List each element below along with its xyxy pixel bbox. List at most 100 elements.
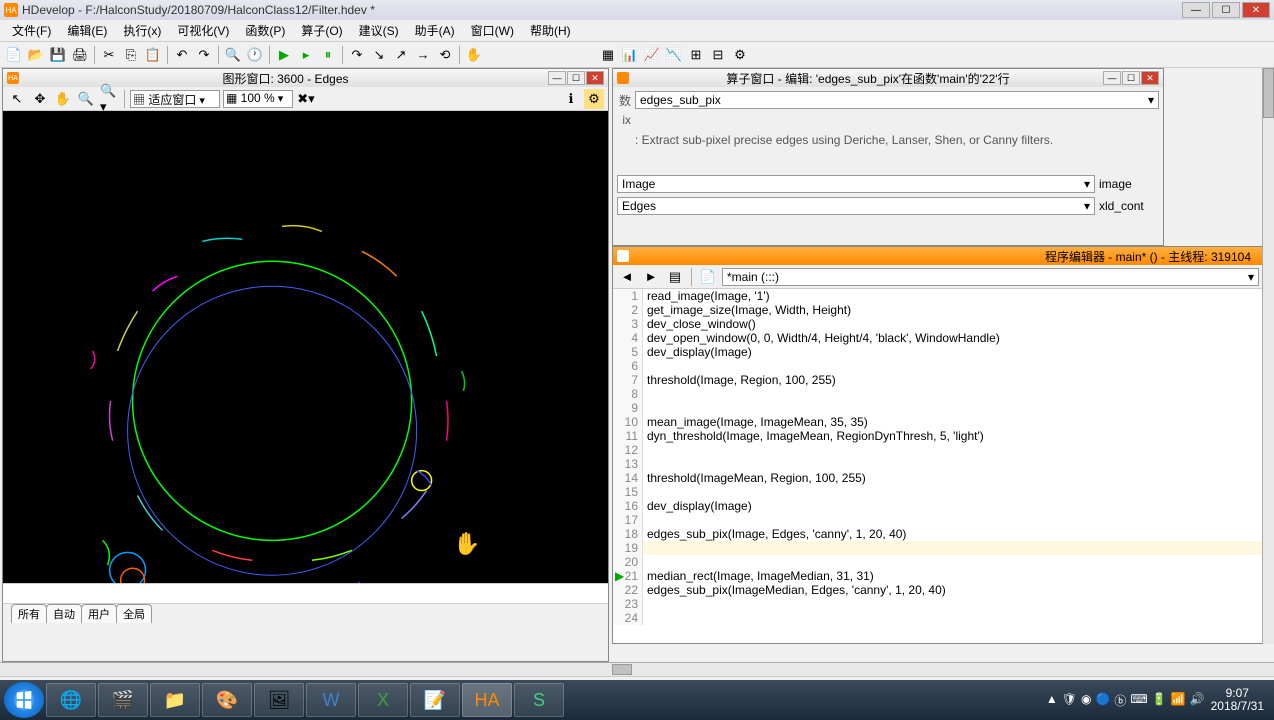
start-button[interactable] [4,682,44,718]
gw-close-button[interactable]: ✕ [586,71,604,85]
chart2-icon[interactable]: 📈 [642,45,662,65]
reset-icon[interactable]: ⟲ [435,45,455,65]
code-editor[interactable]: 1read_image(Image, '1')2get_image_size(I… [613,289,1263,641]
code-line-13[interactable]: 13 [613,457,1263,471]
tray-bt-icon[interactable]: ⓑ [1114,692,1126,709]
zoom-dropdown-icon[interactable]: 🔍▾ [99,89,119,109]
menu-item-7[interactable]: 助手(A) [407,20,463,41]
run-icon[interactable]: ▶ [274,45,294,65]
menu-item-9[interactable]: 帮助(H) [522,20,579,41]
redo-icon[interactable]: ↷ [194,45,214,65]
menu-item-2[interactable]: 执行(x) [115,20,169,41]
chart1-icon[interactable]: 📊 [620,45,640,65]
task-halcon[interactable]: HA [462,683,512,717]
clock-icon[interactable]: 🕐 [245,45,265,65]
code-line-10[interactable]: 10mean_image(Image, ImageMean, 35, 35) [613,415,1263,429]
tray-keyboard-icon[interactable]: ⌨ [1130,692,1147,709]
param1-field[interactable]: Image▾ [617,175,1095,193]
tray-icons[interactable]: ▲ 🛡 ◉ 🔵 ⓑ ⌨ 🔋 📶 🔊 [1046,692,1205,709]
task-photos[interactable]: 🖼 [254,683,304,717]
task-media[interactable]: 🎬 [98,683,148,717]
doc-icon[interactable]: 📄 [698,267,718,287]
vertical-scrollbar[interactable] [1262,68,1274,644]
context-field[interactable]: *main (:::)▾ [722,268,1259,286]
pointer-icon[interactable]: ↖ [7,89,27,109]
gw-maximize-button[interactable]: ☐ [567,71,585,85]
code-line-19[interactable]: 19 [613,541,1263,555]
maximize-button[interactable]: ☐ [1212,2,1240,18]
step-out-icon[interactable]: ↗ [391,45,411,65]
list-icon[interactable]: ▤ [665,267,685,287]
scrollbar-thumb[interactable] [1263,68,1274,118]
task-ie[interactable]: 🌐 [46,683,96,717]
tray-app-icon[interactable]: ◉ [1081,692,1091,709]
save-icon[interactable]: 💾 [48,45,68,65]
new-icon[interactable]: 📄 [4,45,24,65]
tray-clock[interactable]: 9:07 2018/7/31 [1211,687,1264,713]
chart3-icon[interactable]: 📉 [664,45,684,65]
forward-icon[interactable]: ► [641,267,661,287]
cut-icon[interactable]: ✂ [99,45,119,65]
step-icon[interactable]: ▸ [296,45,316,65]
dropdown-icon[interactable]: ▾ [1248,270,1254,284]
minimize-button[interactable]: — [1182,2,1210,18]
param2-field[interactable]: Edges▾ [617,197,1095,215]
tray-up-icon[interactable]: ▲ [1046,692,1058,709]
menu-item-6[interactable]: 建议(S) [351,20,407,41]
menu-item-3[interactable]: 可视化(V) [169,20,237,41]
code-line-9[interactable]: 9 [613,401,1263,415]
gw-minimize-button[interactable]: — [548,71,566,85]
paste-icon[interactable]: 📋 [143,45,163,65]
code-line-17[interactable]: 17 [613,513,1263,527]
task-notes[interactable]: 📝 [410,683,460,717]
tray-battery-icon[interactable]: 🔋 [1152,692,1167,709]
goto-icon[interactable]: → [413,45,433,65]
code-line-14[interactable]: 14threshold(ImageMean, Region, 100, 255) [613,471,1263,485]
ow-minimize-button[interactable]: — [1103,71,1121,85]
move-icon[interactable]: ✥ [30,89,50,109]
task-word[interactable]: W [306,683,356,717]
graphics-tab-0[interactable]: 所有 [11,604,47,623]
assist-icon[interactable]: ⚙ [730,45,750,65]
menu-item-0[interactable]: 文件(F) [4,20,59,41]
operator-name-field[interactable]: edges_sub_pix▾ [635,91,1159,109]
menu-item-5[interactable]: 算子(O) [293,20,350,41]
settings-icon[interactable]: ⚙ [584,89,604,109]
code-line-22[interactable]: 22edges_sub_pix(ImageMedian, Edges, 'can… [613,583,1263,597]
print-icon[interactable]: 🖨 [70,45,90,65]
code-line-20[interactable]: 20 [613,555,1263,569]
menu-item-1[interactable]: 编辑(E) [59,20,115,41]
graphics-tab-1[interactable]: 自动 [46,604,82,623]
code-line-15[interactable]: 15 [613,485,1263,499]
code-line-4[interactable]: 4dev_open_window(0, 0, Width/4, Height/4… [613,331,1263,345]
code-line-23[interactable]: 23 [613,597,1263,611]
menu-item-4[interactable]: 函数(P) [237,20,293,41]
tray-wifi-icon[interactable]: 📶 [1171,692,1186,709]
tray-shield-icon[interactable]: 🛡 [1062,692,1077,709]
task-excel[interactable]: X [358,683,408,717]
ow-maximize-button[interactable]: ☐ [1122,71,1140,85]
task-app[interactable]: S [514,683,564,717]
zoom-in-icon[interactable]: 🔍 [76,89,96,109]
code-line-11[interactable]: 11dyn_threshold(Image, ImageMean, Region… [613,429,1263,443]
undo-icon[interactable]: ↶ [172,45,192,65]
code-line-8[interactable]: 8 [613,387,1263,401]
step-in-icon[interactable]: ↘ [369,45,389,65]
code-line-2[interactable]: 2get_image_size(Image, Width, Height) [613,303,1263,317]
code-line-16[interactable]: 16dev_display(Image) [613,499,1263,513]
ow-close-button[interactable]: ✕ [1141,71,1159,85]
dropdown-icon[interactable]: ▾ [1084,199,1090,213]
hand-icon[interactable]: ✋ [53,89,73,109]
chart5-icon[interactable]: ⊟ [708,45,728,65]
copy-icon[interactable]: ⎘ [121,45,141,65]
break-icon[interactable]: ✋ [464,45,484,65]
code-line-6[interactable]: 6 [613,359,1263,373]
dropdown-icon[interactable]: ▾ [1084,177,1090,191]
zoom-combo[interactable]: ▦ 100 % ▾ [223,90,293,108]
task-explorer[interactable]: 📁 [150,683,200,717]
code-line-12[interactable]: 12 [613,443,1263,457]
code-line-24[interactable]: 24 [613,611,1263,625]
dropdown-icon[interactable]: ▾ [1148,93,1154,107]
tray-volume-icon[interactable]: 🔊 [1190,692,1205,709]
scrollbar-thumb[interactable] [612,664,632,675]
